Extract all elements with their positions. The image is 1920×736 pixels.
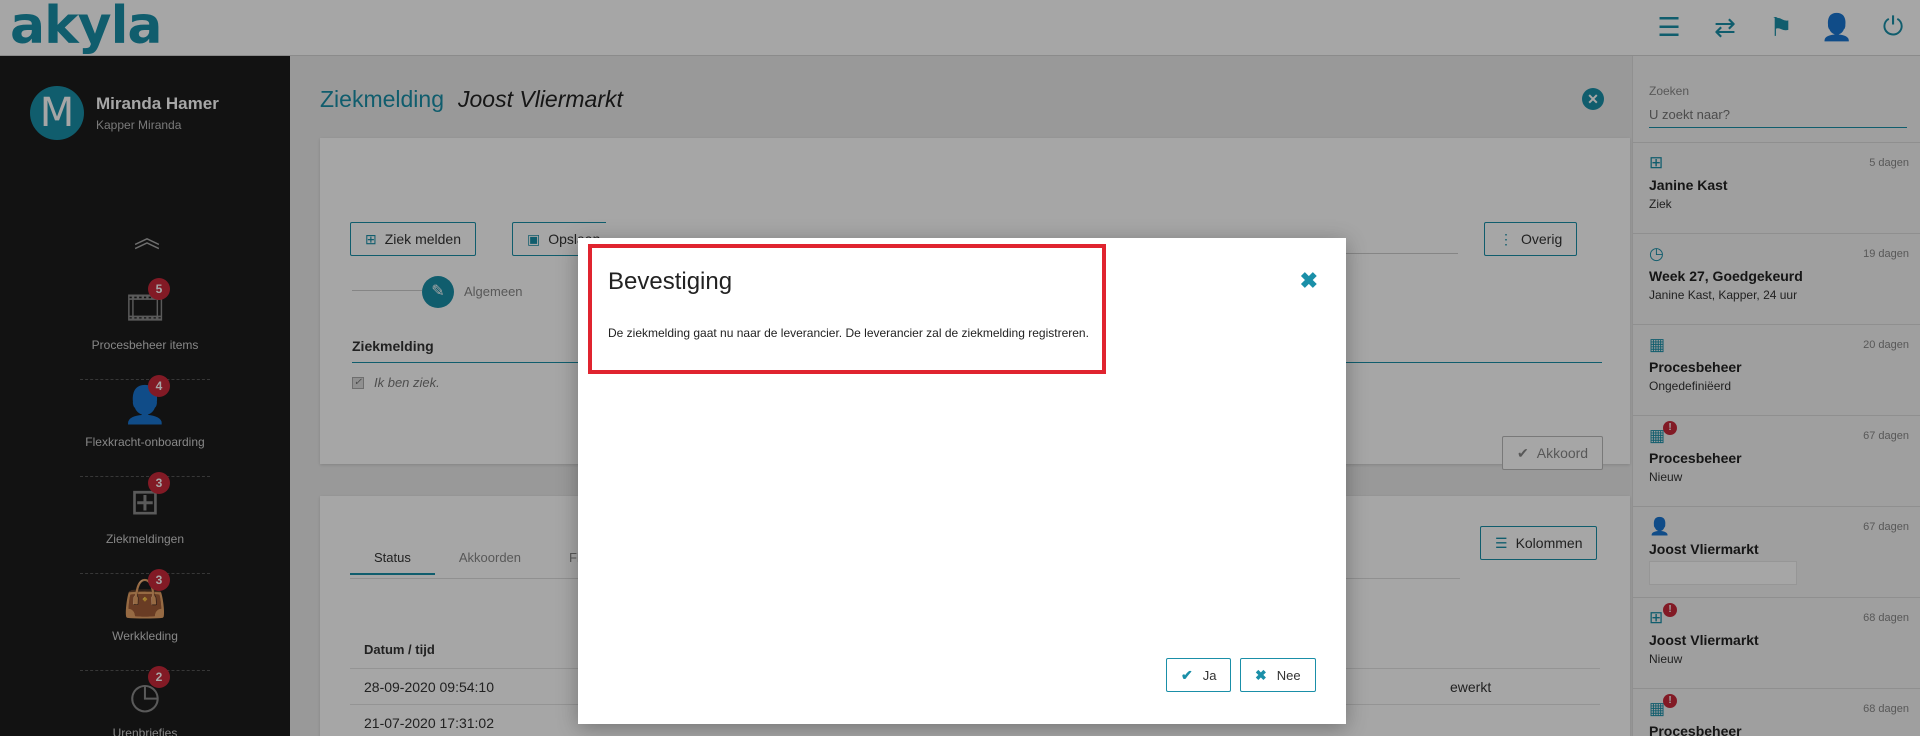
highlight-box [588, 244, 1106, 374]
yes-button[interactable]: ✔ Ja [1166, 658, 1232, 692]
dialog-title: Bevestiging [608, 268, 733, 295]
no-label: Nee [1276, 667, 1301, 683]
yes-label: Ja [1202, 667, 1217, 683]
confirmation-dialog: Bevestiging De ziekmelding gaat nu naar … [578, 238, 1346, 724]
close-icon[interactable]: ✖ [1300, 268, 1318, 294]
check-icon: ✔ [1181, 666, 1193, 683]
close-icon: ✖ [1255, 666, 1267, 683]
no-button[interactable]: ✖ Nee [1240, 658, 1316, 692]
dialog-message: De ziekmelding gaat nu naar de leveranci… [608, 326, 1089, 340]
